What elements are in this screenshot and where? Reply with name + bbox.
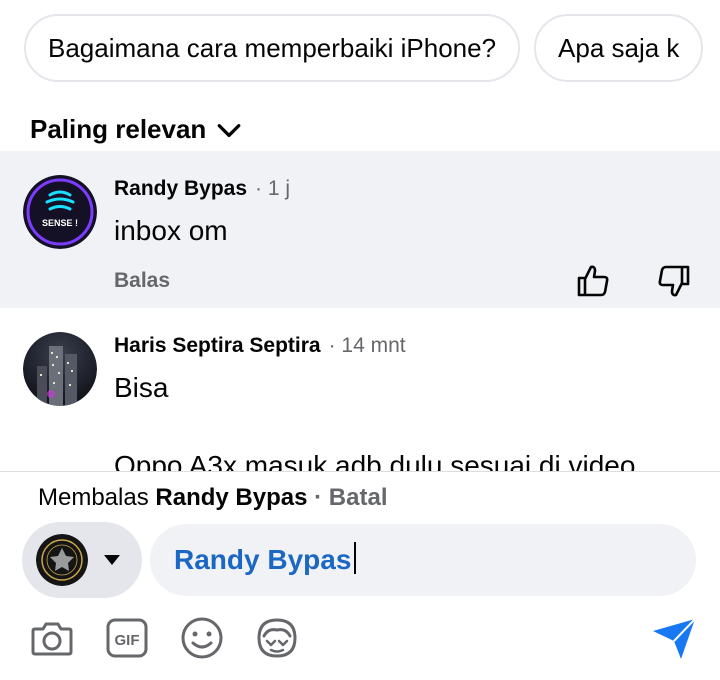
avatar-logo-text: SENSE ! <box>42 218 78 228</box>
avatar[interactable] <box>23 332 97 406</box>
comment-author[interactable]: Randy Bypas <box>114 177 247 201</box>
comment-text: Bisa <box>114 372 169 403</box>
account-switcher[interactable] <box>22 522 142 598</box>
reply-button[interactable]: Balas <box>114 269 170 293</box>
comment-time: · 1 j <box>255 177 291 200</box>
mention-tag: Randy Bypas <box>174 542 357 576</box>
comment-author[interactable]: Haris Septira Septira <box>114 334 321 358</box>
comment-item: SENSE ! Randy Bypas · 1 j inbox om Balas <box>0 151 720 308</box>
comment-text-continued: Oppo A3x masuk adb dulu sesuai di video <box>114 450 636 471</box>
suggested-questions: Bagaimana cara memperbaiki iPhone? Apa sa… <box>24 14 720 84</box>
replying-prefix: Membalas <box>38 484 149 511</box>
comment-time: · 14 mnt <box>328 334 406 357</box>
suggestion-chip[interactable]: Bagaimana cara memperbaiki iPhone? <box>24 14 521 82</box>
comment-item: Haris Septira Septira · 14 mnt Bisa Oppo… <box>0 308 720 471</box>
text-cursor <box>354 542 357 574</box>
camera-icon[interactable] <box>30 616 74 660</box>
chevron-down-icon <box>217 123 241 137</box>
emoji-icon[interactable] <box>180 616 224 660</box>
replying-banner: Membalas Randy Bypas · Batal <box>38 484 387 512</box>
avatar <box>36 534 88 586</box>
comment-header: Randy Bypas · 1 j <box>114 177 290 201</box>
comment-input[interactable]: Randy Bypas <box>150 524 696 596</box>
replying-target: Randy Bypas <box>155 484 308 511</box>
replying-separator: · <box>314 484 323 511</box>
thumbs-down-icon[interactable] <box>656 263 692 299</box>
avatar[interactable]: SENSE ! <box>23 175 97 249</box>
thumbs-up-icon[interactable] <box>575 263 611 299</box>
svg-text:GIF: GIF <box>115 632 140 649</box>
caret-down-icon <box>104 555 120 565</box>
sort-label: Paling relevan <box>30 114 207 144</box>
sort-dropdown[interactable]: Paling relevan <box>30 114 242 145</box>
comment-header: Haris Septira Septira · 14 mnt <box>114 334 406 358</box>
gif-icon[interactable]: GIF <box>105 616 149 660</box>
comment-text: inbox om <box>114 215 228 246</box>
composer-divider <box>0 471 720 472</box>
send-icon[interactable] <box>651 617 697 661</box>
sticker-icon[interactable] <box>255 616 299 660</box>
suggestion-chip[interactable]: Apa saja k <box>534 14 704 82</box>
cancel-reply-button[interactable]: Batal <box>329 484 388 511</box>
